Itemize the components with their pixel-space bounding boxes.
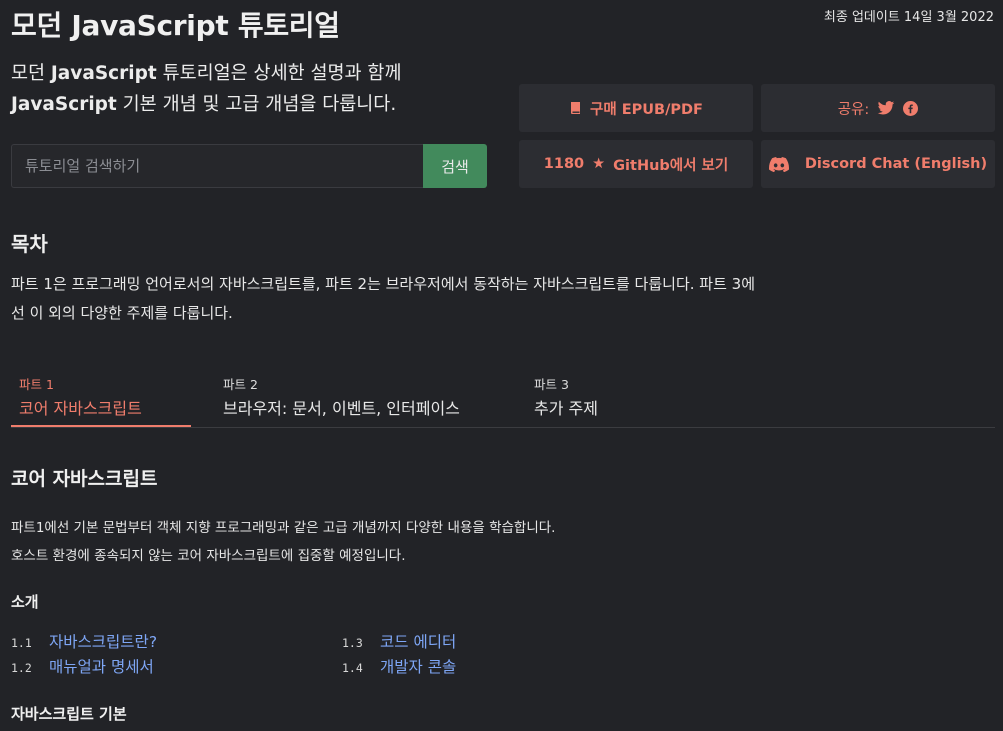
tab-part-1[interactable]: 파트 1 코어 자바스크립트 (11, 368, 191, 427)
last-updated: 최종 업데이트 14일 3월 2022 (823, 10, 994, 25)
item-number: 1.2 (11, 661, 32, 675)
tab-label: 코어 자바스크립트 (19, 399, 142, 418)
part-tabs: 파트 1 코어 자바스크립트 파트 2 브라우저: 문서, 이벤트, 인터페이스… (11, 368, 995, 428)
section-title: 코어 자바스크립트 (11, 468, 158, 490)
tab-label: 브라우저: 문서, 이벤트, 인터페이스 (223, 399, 460, 418)
github-label: GitHub에서 보기 (613, 157, 729, 174)
intro-text: 모던 JavaScript 튜토리얼은 상세한 설명과 함께 JavaScrip… (11, 63, 402, 115)
facebook-icon[interactable] (903, 100, 919, 116)
tab-number: 파트 1 (19, 377, 54, 392)
item-number: 1.3 (342, 636, 363, 650)
github-star-count: 1180 (543, 156, 585, 172)
star-icon: ★ (592, 156, 606, 172)
discord-icon (768, 156, 789, 172)
list-item: 1.4 개발자 콘솔 (342, 655, 456, 677)
toc-heading: 목차 (11, 232, 48, 256)
discord-chat-button[interactable]: Discord Chat (English) (761, 140, 995, 188)
page-title: 모던 JavaScript 튜토리얼 (11, 9, 340, 42)
search-form: 검색 (11, 144, 487, 188)
share-label: 공유: (837, 101, 870, 118)
twitter-icon[interactable] (877, 100, 895, 116)
tutorial-homepage: 모던 JavaScript 튜토리얼 최종 업데이트 14일 3월 2022 모… (0, 0, 1003, 731)
share-box: 공유: (761, 84, 995, 132)
tab-number: 파트 3 (534, 377, 569, 392)
book-icon (569, 101, 582, 115)
github-button[interactable]: 1180 ★ GitHub에서 보기 (519, 140, 753, 188)
tab-label: 추가 주제 (534, 399, 598, 418)
tab-part-3[interactable]: 파트 3 추가 주제 (534, 368, 734, 427)
item-link[interactable]: 개발자 콘솔 (380, 655, 456, 677)
search-input[interactable] (11, 144, 423, 188)
toc-description: 파트 1은 프로그래밍 언어로서의 자바스크립트를, 파트 2는 브라우저에서 … (11, 275, 755, 322)
list-item: 1.2 매뉴얼과 명세서 (11, 655, 154, 677)
chapter-title: 자바스크립트 기본 (11, 705, 127, 723)
buy-label: 구매 EPUB/PDF (590, 101, 703, 118)
buy-epub-pdf-button[interactable]: 구매 EPUB/PDF (519, 84, 753, 132)
section-description: 파트1에선 기본 문법부터 객체 지향 프로그래밍과 같은 고급 개념까지 다양… (11, 520, 556, 564)
item-number: 1.4 (342, 661, 363, 675)
chapter-title: 소개 (11, 593, 39, 611)
item-link[interactable]: 매뉴얼과 명세서 (49, 655, 154, 677)
list-item: 1.3 코드 에디터 (342, 630, 456, 652)
tab-part-2[interactable]: 파트 2 브라우저: 문서, 이벤트, 인터페이스 (223, 368, 523, 427)
item-link[interactable]: 코드 에디터 (380, 630, 456, 652)
list-item: 1.1 자바스크립트란? (11, 630, 157, 652)
item-link[interactable]: 자바스크립트란? (49, 630, 157, 652)
search-button[interactable]: 검색 (423, 144, 487, 188)
discord-label: Discord Chat (English) (804, 156, 988, 172)
item-number: 1.1 (11, 636, 32, 650)
tab-number: 파트 2 (223, 377, 258, 392)
